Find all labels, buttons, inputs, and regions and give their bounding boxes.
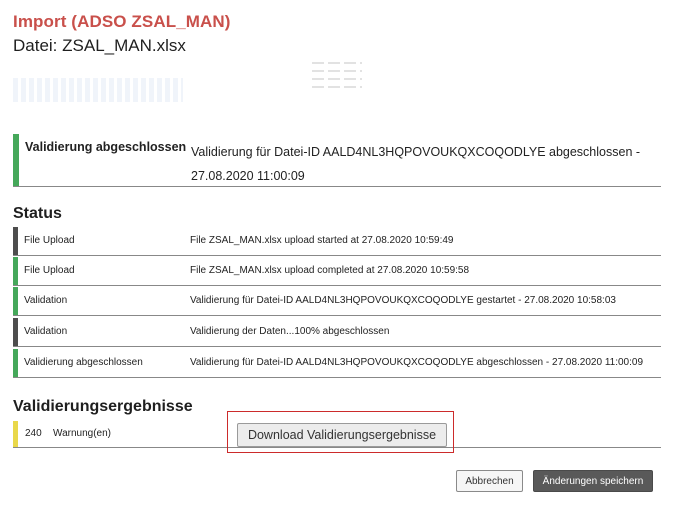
status-message: Validierung der Daten...100% abgeschloss… — [190, 326, 390, 337]
faded-lines-decoration — [312, 62, 362, 94]
status-color-bar — [13, 287, 18, 315]
status-color-bar — [13, 134, 19, 186]
page-title: Import (ADSO ZSAL_MAN) — [13, 12, 231, 31]
warning-unit: Warnung(en) — [53, 428, 111, 439]
warning-count: 240 — [25, 428, 42, 439]
validation-banner-label: Validierung abgeschlossen — [25, 140, 187, 154]
status-message: Validierung für Datei-ID AALD4NL3HQPOVOU… — [190, 295, 616, 306]
status-step: File Upload — [24, 265, 75, 276]
validation-banner: Validierung abgeschlossen Validierung fü… — [13, 134, 661, 187]
validation-message-line2: 27.08.2020 11:00:09 — [191, 169, 305, 183]
download-results-button[interactable]: Download Validierungsergebnisse — [237, 423, 447, 447]
status-color-bar — [13, 257, 18, 285]
status-step: Validation — [24, 295, 68, 306]
status-row: File Upload File ZSAL_MAN.xlsx upload co… — [13, 257, 661, 286]
status-heading: Status — [13, 205, 62, 222]
faded-background-text — [13, 78, 183, 102]
status-row: Validation Validierung für Datei-ID AALD… — [13, 287, 661, 316]
status-color-bar — [13, 227, 18, 255]
status-message: File ZSAL_MAN.xlsx upload completed at 2… — [190, 265, 470, 276]
cancel-button[interactable]: Abbrechen — [456, 470, 523, 492]
validation-banner-message: Validierung für Datei-ID AALD4NL3HQPOVOU… — [191, 140, 651, 188]
status-row: File Upload File ZSAL_MAN.xlsx upload st… — [13, 227, 661, 256]
status-step: File Upload — [24, 235, 75, 246]
status-step: Validation — [24, 326, 68, 337]
results-heading: Validierungsergebnisse — [13, 398, 193, 415]
status-row: Validation Validierung der Daten...100% … — [13, 318, 661, 347]
warning-color-bar — [13, 421, 18, 447]
status-message: File ZSAL_MAN.xlsx upload started at 27.… — [190, 235, 454, 246]
save-changes-button[interactable]: Änderungen speichern — [533, 470, 653, 492]
file-name-subtitle: Datei: ZSAL_MAN.xlsx — [13, 36, 186, 55]
status-message: Validierung für Datei-ID AALD4NL3HQPOVOU… — [190, 357, 644, 368]
validation-message-line1: Validierung für Datei-ID AALD4NL3HQPOVOU… — [191, 145, 641, 159]
status-color-bar — [13, 349, 18, 377]
status-row: Validierung abgeschlossen Validierung fü… — [13, 349, 661, 378]
status-step: Validierung abgeschlossen — [24, 357, 143, 368]
status-color-bar — [13, 318, 18, 346]
